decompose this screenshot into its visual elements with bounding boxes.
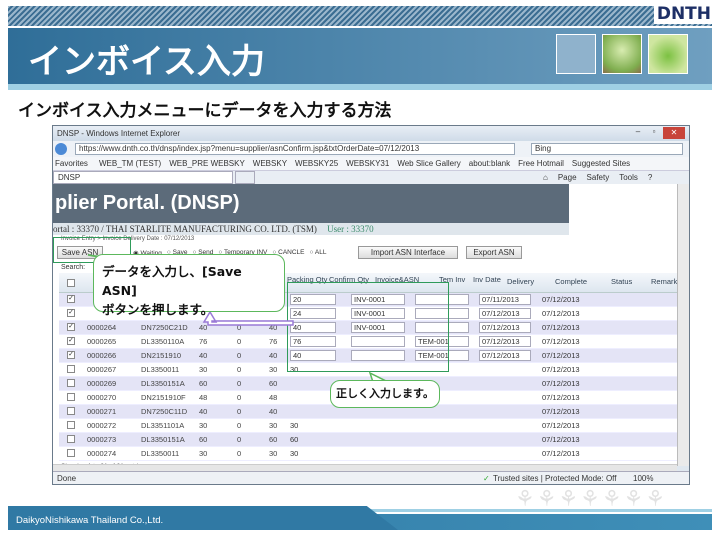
plants-decoration-icon: ⚘⚘⚘⚘⚘⚘⚘ [515,486,668,511]
footer-company: DaikyoNishikawa Thailand Co.,Ltd. [16,515,164,526]
callout-correct: 正しく入力します。 [330,380,440,408]
arrow-icon [202,310,294,326]
callout-save: データを入力し、[Save ASN] ボタンを押します。 [93,254,285,317]
